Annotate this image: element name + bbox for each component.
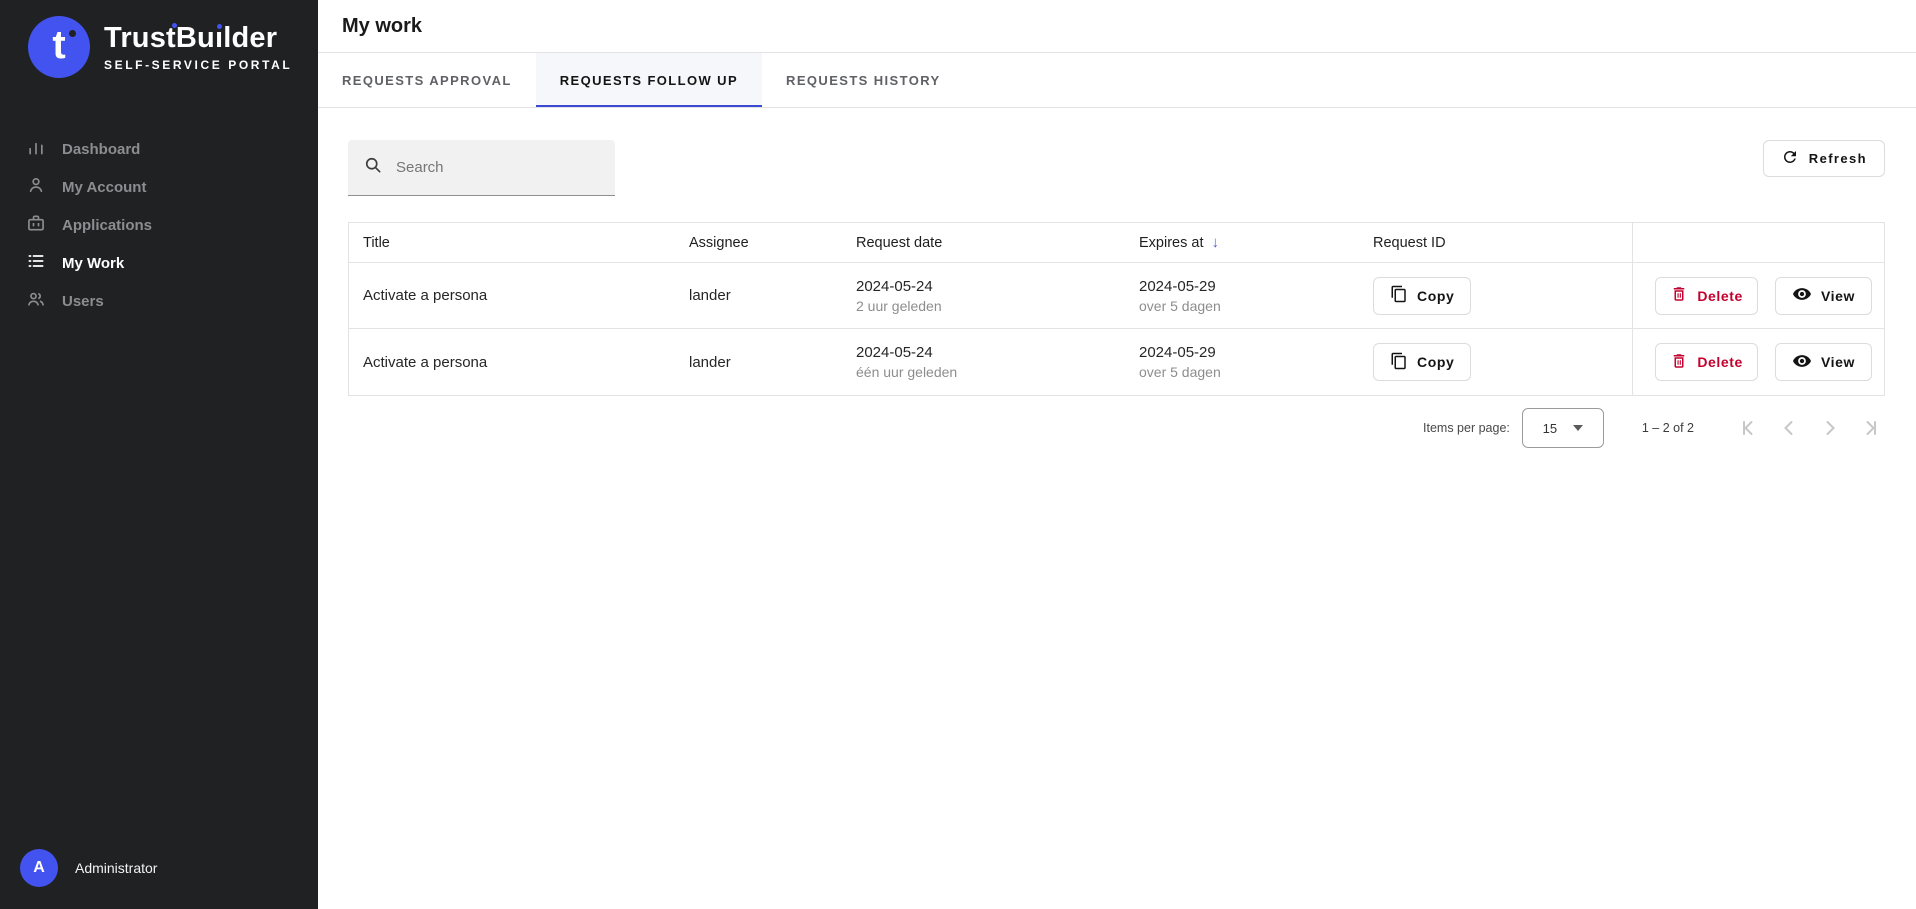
search-field[interactable] <box>348 140 615 196</box>
refresh-icon <box>1781 148 1799 169</box>
copy-label: Copy <box>1417 288 1454 304</box>
content: Refresh Title Assignee Request date Expi… <box>318 108 1916 452</box>
people-icon <box>26 289 46 313</box>
cell-request-id: Copy <box>1359 343 1632 381</box>
brand-text: TrustBuılder SELF-SERVICE PORTAL <box>104 22 292 72</box>
column-header-title[interactable]: Title <box>349 235 675 251</box>
sidebar-item-label: My Work <box>62 255 124 272</box>
paginator: Items per page: 15 1 – 2 of 2 <box>348 404 1885 452</box>
sidebar-nav: Dashboard My Account Applications My Wor… <box>0 130 318 320</box>
trash-icon <box>1670 352 1688 373</box>
cell-request-id: Copy <box>1359 277 1632 315</box>
sidebar-item-my-work[interactable]: My Work <box>0 244 318 282</box>
brand-title: TrustBuılder <box>104 22 292 55</box>
page-range-label: 1 – 2 of 2 <box>1642 421 1694 435</box>
cell-assignee: lander <box>675 354 842 371</box>
tab-bar: REQUESTS APPROVAL REQUESTS FOLLOW UP REQ… <box>318 53 1916 108</box>
cell-title: Activate a persona <box>349 287 675 304</box>
sidebar-item-applications[interactable]: Applications <box>0 206 318 244</box>
column-header-request-id[interactable]: Request ID <box>1359 235 1632 251</box>
tab-requests-approval[interactable]: REQUESTS APPROVAL <box>318 53 536 107</box>
trustbuilder-logo-icon: t <box>28 16 90 78</box>
brand-subtitle: SELF-SERVICE PORTAL <box>104 58 292 72</box>
copy-icon <box>1390 352 1408 373</box>
table-header-row: Title Assignee Request date Expires at↓ … <box>349 223 1884 263</box>
delete-button[interactable]: Delete <box>1655 277 1758 315</box>
sidebar-item-label: Applications <box>62 217 152 234</box>
copy-icon <box>1390 285 1408 306</box>
refresh-label: Refresh <box>1809 151 1867 166</box>
list-icon <box>26 251 46 275</box>
logo-letter: t <box>52 25 65 65</box>
copy-label: Copy <box>1417 354 1454 370</box>
sidebar-item-users[interactable]: Users <box>0 282 318 320</box>
toolbar: Refresh <box>348 140 1885 196</box>
prev-page-icon[interactable] <box>1777 416 1801 440</box>
sidebar-item-label: My Account <box>62 179 146 196</box>
tab-requests-history[interactable]: REQUESTS HISTORY <box>762 53 965 107</box>
eye-icon <box>1792 351 1812 374</box>
cell-request-date: 2024-05-24 2 uur geleden <box>842 278 1125 314</box>
pagination-buttons <box>1736 416 1883 440</box>
column-header-actions <box>1632 223 1884 262</box>
main-area: My work REQUESTS APPROVAL REQUESTS FOLLO… <box>318 0 1916 909</box>
column-header-expires-at[interactable]: Expires at↓ <box>1125 234 1359 251</box>
dropdown-arrow-icon <box>1573 425 1583 431</box>
requests-table: Title Assignee Request date Expires at↓ … <box>348 222 1885 396</box>
cell-assignee: lander <box>675 287 842 304</box>
cell-actions: Delete View <box>1632 263 1884 328</box>
user-panel[interactable]: A Administrator <box>0 849 318 909</box>
sidebar-item-dashboard[interactable]: Dashboard <box>0 130 318 168</box>
sidebar-item-label: Dashboard <box>62 141 140 158</box>
app-window: t TrustBuılder SELF-SERVICE PORTAL Dashb… <box>0 0 1916 909</box>
trash-icon <box>1670 285 1688 306</box>
last-page-icon[interactable] <box>1859 416 1883 440</box>
copy-button[interactable]: Copy <box>1373 343 1471 381</box>
first-page-icon[interactable] <box>1736 416 1760 440</box>
sidebar-item-label: Users <box>62 293 104 310</box>
cell-expires-relative: over 5 dagen <box>1139 298 1359 314</box>
view-label: View <box>1821 354 1855 370</box>
person-icon <box>26 175 46 199</box>
search-input[interactable] <box>396 159 600 176</box>
view-label: View <box>1821 288 1855 304</box>
cell-expires-at: 2024-05-29 over 5 dagen <box>1125 344 1359 380</box>
table-row: Activate a persona lander 2024-05-24 één… <box>349 329 1884 395</box>
view-button[interactable]: View <box>1775 277 1872 315</box>
delete-label: Delete <box>1697 354 1743 370</box>
view-button[interactable]: View <box>1775 343 1872 381</box>
bar-chart-icon <box>26 137 46 161</box>
refresh-button[interactable]: Refresh <box>1763 140 1885 177</box>
page-header: My work <box>318 0 1916 53</box>
next-page-icon[interactable] <box>1818 416 1842 440</box>
cell-title: Activate a persona <box>349 354 675 371</box>
search-icon <box>363 155 383 180</box>
brand: t TrustBuılder SELF-SERVICE PORTAL <box>0 0 318 88</box>
cell-request-date-relative: één uur geleden <box>856 364 1125 380</box>
column-header-request-date[interactable]: Request date <box>842 235 1125 251</box>
user-name: Administrator <box>75 860 157 876</box>
sort-desc-arrow-icon[interactable]: ↓ <box>1211 234 1219 251</box>
copy-button[interactable]: Copy <box>1373 277 1471 315</box>
page-title: My work <box>342 15 422 38</box>
column-header-assignee[interactable]: Assignee <box>675 235 842 251</box>
items-per-page-label: Items per page: <box>1423 421 1510 435</box>
items-per-page-select[interactable]: 15 <box>1522 408 1604 448</box>
avatar: A <box>20 849 58 887</box>
cell-actions: Delete View <box>1632 329 1884 395</box>
sidebar-item-my-account[interactable]: My Account <box>0 168 318 206</box>
cell-expires-relative: over 5 dagen <box>1139 364 1359 380</box>
briefcase-icon <box>26 213 46 237</box>
cell-request-date-relative: 2 uur geleden <box>856 298 1125 314</box>
cell-request-date: 2024-05-24 één uur geleden <box>842 344 1125 380</box>
tab-requests-follow-up[interactable]: REQUESTS FOLLOW UP <box>536 53 762 107</box>
table-row: Activate a persona lander 2024-05-24 2 u… <box>349 263 1884 329</box>
eye-icon <box>1792 284 1812 307</box>
delete-button[interactable]: Delete <box>1655 343 1758 381</box>
sidebar: t TrustBuılder SELF-SERVICE PORTAL Dashb… <box>0 0 318 909</box>
delete-label: Delete <box>1697 288 1743 304</box>
cell-expires-at: 2024-05-29 over 5 dagen <box>1125 278 1359 314</box>
page-size-value: 15 <box>1543 421 1557 436</box>
